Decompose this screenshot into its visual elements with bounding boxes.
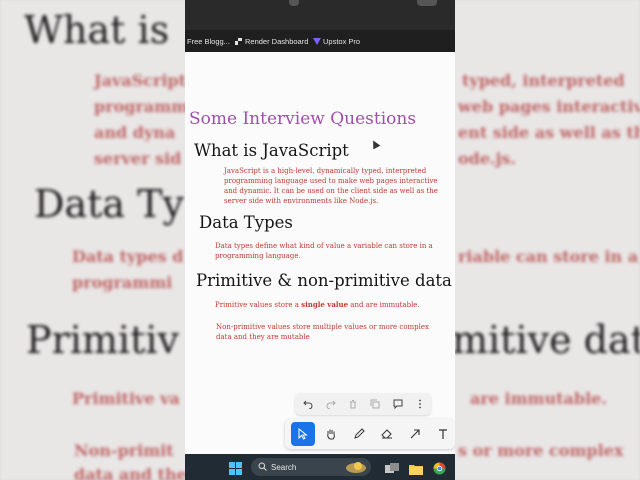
redo-button[interactable] <box>324 397 338 411</box>
paragraph-line: Non-primitive values store multiple valu… <box>216 323 429 331</box>
screen-recording: Free Blogg... Render Dashboard Upstox Pr… <box>185 0 455 480</box>
bg-text: ent side as well as the <box>458 123 640 142</box>
delete-button[interactable] <box>346 397 360 411</box>
text-tool-button[interactable] <box>431 422 455 446</box>
copy-button[interactable] <box>368 397 382 411</box>
file-explorer-icon[interactable] <box>409 460 423 479</box>
redo-icon <box>326 400 336 409</box>
eraser-tool-button[interactable] <box>375 422 399 446</box>
hand-tool-button[interactable] <box>319 422 343 446</box>
bg-text: ode.js. <box>458 149 516 168</box>
copy-icon <box>370 399 380 409</box>
bg-heading-3: Primitiv <box>26 318 179 362</box>
hand-icon <box>327 429 335 440</box>
bg-text: programmi <box>72 273 173 292</box>
tab-fragment <box>417 0 437 6</box>
upstox-icon <box>313 38 321 45</box>
paragraph-line: JavaScript is a high-level, dynamically … <box>224 167 427 175</box>
action-toolbar <box>295 393 431 415</box>
heading-primitive-non-primitive: Primitive & non-primitive data <box>196 271 452 290</box>
bg-text: server sid <box>94 149 182 168</box>
search-icon <box>258 462 267 471</box>
undo-button[interactable] <box>301 397 315 411</box>
more-button[interactable] <box>413 397 427 411</box>
pen-tool-button[interactable] <box>347 422 371 446</box>
heading-data-types: Data Types <box>199 213 293 232</box>
bg-heading-3b: mitive data <box>452 318 640 362</box>
bookmark-upstox-pro[interactable]: Upstox Pro <box>313 37 360 46</box>
paragraph-line: and dynamic. It can be used on the clien… <box>224 187 438 195</box>
bg-text: Primitive va <box>72 389 180 408</box>
bg-text: JavaScript <box>94 71 186 90</box>
bg-text: programm <box>94 97 189 116</box>
bg-text: s or more complex <box>458 441 624 460</box>
mouse-cursor <box>369 138 381 150</box>
eraser-icon <box>381 429 392 439</box>
bg-text: Data types d <box>72 247 184 266</box>
paragraph-line: programming language used to make web pa… <box>224 177 438 185</box>
heading-what-is-javascript: What is JavaScript <box>194 141 349 160</box>
task-view-icon[interactable] <box>385 460 399 479</box>
bookmark-label: Upstox Pro <box>323 37 361 46</box>
paragraph-primitive: Primitive values store a single value an… <box>215 300 420 310</box>
bg-text: Non-primit <box>74 441 174 460</box>
paragraph-line: data and they are mutable <box>216 333 310 341</box>
taskbar-search[interactable]: Search <box>251 458 371 476</box>
bg-text: riable can store in a <box>458 247 639 266</box>
comment-icon <box>393 399 403 409</box>
bg-text: and dyna <box>94 123 176 142</box>
paragraph-line: programming language. <box>215 252 301 260</box>
page-title: Some Interview Questions <box>189 109 417 129</box>
tab-fragment <box>289 0 299 6</box>
windows-taskbar: Search <box>185 454 455 480</box>
bg-text: typed, interpreted <box>462 71 625 90</box>
windows-start-icon[interactable] <box>229 460 242 479</box>
bg-text: are immutable. <box>470 389 607 408</box>
comment-button[interactable] <box>391 397 405 411</box>
search-label: Search <box>271 462 297 472</box>
tools-toolbar <box>285 419 455 449</box>
browser-tab-strip <box>185 0 455 30</box>
paragraph-line: Data types define what kind of value a v… <box>215 242 433 250</box>
web-page: Some Interview Questions What is JavaScr… <box>185 52 455 454</box>
paragraph-data-types: Data types define what kind of value a v… <box>215 241 433 261</box>
bookmark-render-dashboard[interactable]: Render Dashboard <box>235 37 308 46</box>
paragraph-text: Primitive values store a <box>215 301 302 309</box>
bookmarks-bar: Free Blogg... Render Dashboard Upstox Pr… <box>185 30 455 52</box>
select-tool-button[interactable] <box>291 422 315 446</box>
arrow-tool-button[interactable] <box>403 422 427 446</box>
weather-widget-icon <box>346 462 366 473</box>
paragraph-non-primitive: Non-primitive values store multiple valu… <box>216 322 429 342</box>
select-icon <box>298 428 308 440</box>
bg-text: web pages interactive <box>458 97 640 116</box>
bg-heading-1: What is <box>24 8 170 52</box>
paragraph-line: server side with environments like Node.… <box>224 197 379 205</box>
text-icon <box>439 429 447 439</box>
bg-heading-2: Data Ty <box>34 182 184 226</box>
bookmark-label: Free Blogg... <box>187 37 230 46</box>
undo-icon <box>303 400 313 409</box>
paragraph-javascript: JavaScript is a high-level, dynamically … <box>224 166 438 206</box>
pen-icon <box>354 428 365 439</box>
delete-icon <box>350 400 356 409</box>
render-icon <box>235 38 242 45</box>
arrow-icon <box>410 429 420 439</box>
bookmark-label: Render Dashboard <box>245 37 309 46</box>
browser-app-icon[interactable] <box>433 460 446 479</box>
bookmark-free-blogg[interactable]: Free Blogg... <box>187 37 230 46</box>
paragraph-bold: single value <box>301 300 349 309</box>
more-icon <box>419 399 421 409</box>
paragraph-text: and are immutable. <box>348 301 420 309</box>
bg-text: data and the <box>74 465 187 480</box>
